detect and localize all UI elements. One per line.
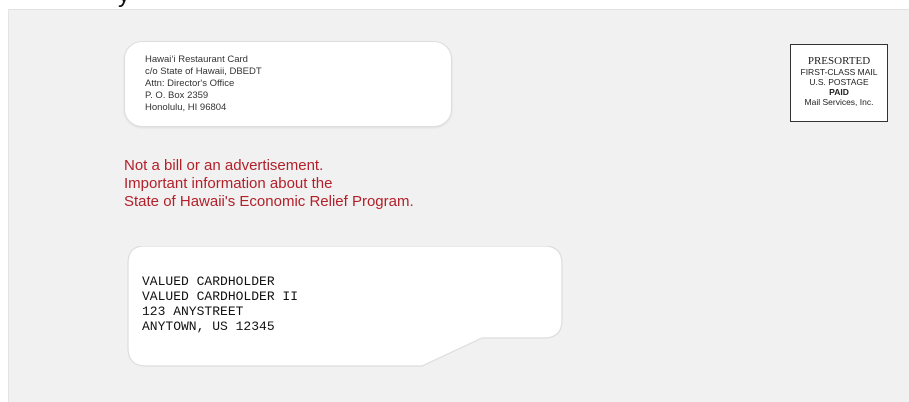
notice-message: Not a bill or an advertisement. Importan… xyxy=(124,157,414,211)
notice-line-important: Important information about the xyxy=(124,175,333,192)
recipient-line-city: ANYTOWN, US 12345 xyxy=(142,319,275,334)
recipient-address: VALUED CARDHOLDER VALUED CARDHOLDER II 1… xyxy=(142,274,298,334)
return-address-line-city: Honolulu, HI 96804 xyxy=(145,102,227,113)
postage-indicia: PRESORTED FIRST-CLASS MAIL U.S. POSTAGE … xyxy=(790,44,888,122)
return-address-line-attention: Attn: Director's Office xyxy=(145,78,235,89)
postage-mail-services: Mail Services, Inc. xyxy=(804,97,874,107)
return-address: Hawaiʻi Restaurant Card c/o State of Haw… xyxy=(145,54,262,114)
return-address-line-name: Hawaiʻi Restaurant Card xyxy=(145,54,248,65)
postage-first-class-mail: FIRST-CLASS MAIL xyxy=(800,67,878,77)
return-address-line-po-box: P. O. Box 2359 xyxy=(145,90,209,101)
return-address-window: Hawaiʻi Restaurant Card c/o State of Haw… xyxy=(124,41,452,127)
postage-presorted: PRESORTED xyxy=(807,55,871,67)
recipient-line-1: VALUED CARDHOLDER xyxy=(142,274,275,289)
postage-paid: PAID xyxy=(829,87,849,97)
notice-line-program: State of Hawaii's Economic Relief Progra… xyxy=(124,193,414,210)
page: y Hawaiʻi Restaurant Card c/o State of H… xyxy=(0,0,909,402)
postage-us-postage: U.S. POSTAGE xyxy=(809,77,869,87)
notice-line-bill: Not a bill or an advertisement. xyxy=(124,157,324,174)
recipient-line-street: 123 ANYSTREET xyxy=(142,304,244,319)
return-address-line-care-of: c/o State of Hawaii, DBEDT xyxy=(145,66,262,77)
recipient-line-2: VALUED CARDHOLDER II xyxy=(142,289,299,304)
